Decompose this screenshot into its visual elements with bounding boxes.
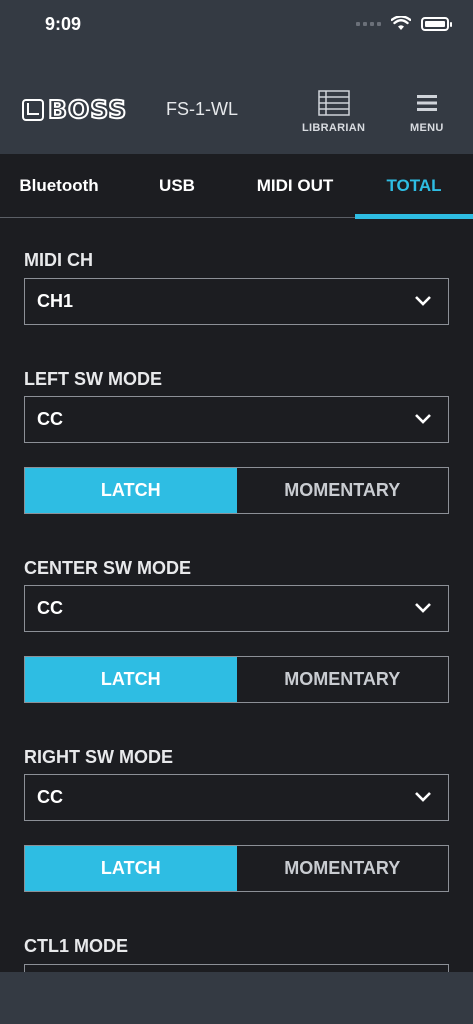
tab-midi-out[interactable]: MIDI OUT <box>236 154 354 218</box>
battery-icon <box>421 16 452 31</box>
model-name: FS-1-WL <box>166 99 238 119</box>
status-icons <box>356 16 452 31</box>
left-sw-mode-value: CC <box>37 409 63 429</box>
center-sw-latch-button[interactable]: LATCH <box>25 657 237 702</box>
center-sw-latch-toggle: LATCH MOMENTARY <box>24 656 449 703</box>
center-sw-momentary-button[interactable]: MOMENTARY <box>236 657 448 702</box>
hamburger-icon <box>416 95 437 111</box>
boss-mark-icon <box>22 98 44 121</box>
left-sw-mode-label: LEFT SW MODE <box>24 369 162 389</box>
menu-button[interactable]: MENU <box>410 90 444 134</box>
bottom-bar <box>0 972 473 1024</box>
midi-ch-select[interactable]: CH1 <box>24 278 449 325</box>
librarian-label: LIBRARIAN <box>302 122 366 134</box>
midi-ch-value: CH1 <box>37 291 74 311</box>
center-sw-mode-value: CC <box>37 598 63 618</box>
right-sw-latch-button[interactable]: LATCH <box>25 846 237 891</box>
right-sw-momentary-button[interactable]: MOMENTARY <box>236 846 448 891</box>
list-grid-icon <box>317 90 350 116</box>
tab-usb[interactable]: USB <box>118 154 236 218</box>
tab-bluetooth[interactable]: Bluetooth <box>0 154 118 218</box>
left-sw-momentary-button[interactable]: MOMENTARY <box>236 468 448 513</box>
midi-ch-label: MIDI CH <box>24 250 93 270</box>
wifi-icon <box>391 16 411 30</box>
menu-label: MENU <box>410 122 444 134</box>
status-time: 9:09 <box>45 14 82 34</box>
app-header: 9:09 BOSS FS-1-WL LIBRARIAN MENU <box>0 0 473 154</box>
chevron-down-icon <box>415 414 431 424</box>
chevron-down-icon <box>415 296 431 306</box>
center-sw-mode-label: CENTER SW MODE <box>24 558 192 578</box>
chevron-down-icon <box>415 792 431 802</box>
left-sw-mode-select[interactable]: CC <box>24 396 449 443</box>
cellular-signal-icon <box>356 21 381 26</box>
left-sw-latch-button[interactable]: LATCH <box>25 468 237 513</box>
right-sw-latch-toggle: LATCH MOMENTARY <box>24 845 449 892</box>
right-sw-mode-label: RIGHT SW MODE <box>24 747 173 767</box>
tab-bar: Bluetooth USB MIDI OUT TOTAL <box>0 154 473 219</box>
tab-total[interactable]: TOTAL <box>355 154 473 219</box>
center-sw-mode-select[interactable]: CC <box>24 585 449 632</box>
settings-content[interactable]: MIDI CH CH1 LEFT SW MODE CC LATCH MOMENT… <box>0 219 473 972</box>
right-sw-mode-select[interactable]: CC <box>24 774 449 821</box>
logo-text: BOSS <box>47 95 128 124</box>
boss-logo: BOSS <box>22 95 128 124</box>
left-sw-latch-toggle: LATCH MOMENTARY <box>24 467 449 514</box>
ctl1-mode-select[interactable] <box>24 964 449 972</box>
ctl1-mode-label: CTL1 MODE <box>24 936 129 956</box>
librarian-button[interactable]: LIBRARIAN <box>302 90 365 134</box>
right-sw-mode-value: CC <box>37 787 63 807</box>
chevron-down-icon <box>415 603 431 613</box>
